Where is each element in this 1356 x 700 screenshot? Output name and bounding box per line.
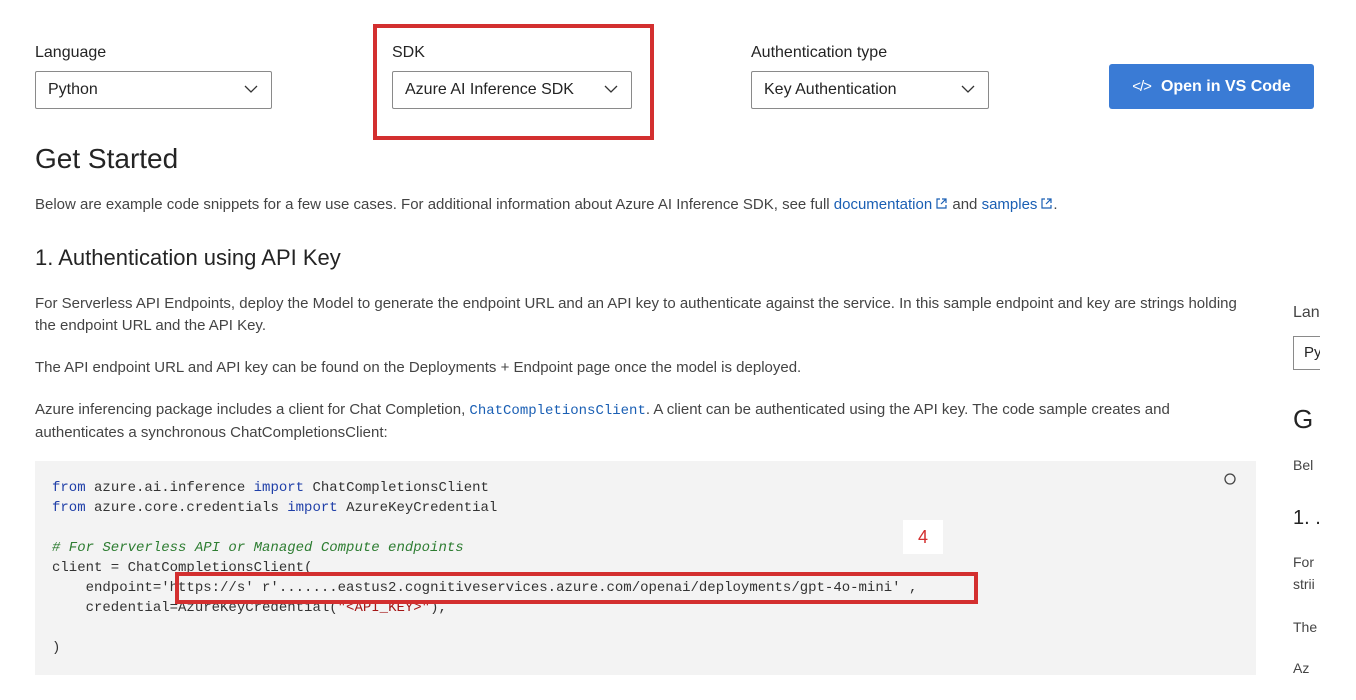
intro-prefix: Below are example code snippets for a fe… — [35, 196, 830, 213]
intro-suffix: . — [1053, 196, 1058, 213]
right-para2: The — [1293, 619, 1318, 635]
open-in-vscode-label: Open in VS Code — [1160, 77, 1291, 95]
external-link-icon — [1041, 198, 1053, 209]
page: Language Python SDK Azure AI Inference S… — [0, 0, 1356, 700]
intro-text: Below are example code snippets for a fe… — [35, 196, 1058, 213]
documentation-link-label: documentation — [833, 196, 933, 213]
language-select-value: Python — [48, 81, 98, 98]
right-heading: G — [1293, 404, 1314, 434]
right-intro: Bel — [1293, 457, 1314, 473]
right-clipped-panel: Lan Py G Bel 1. . For strii The Az — [1290, 300, 1320, 700]
chat-completions-client-code: ChatCompletionsClient — [469, 403, 646, 419]
right-language-value: Py — [1304, 344, 1320, 361]
samples-link[interactable]: samples — [982, 196, 1054, 213]
documentation-link[interactable]: documentation — [834, 196, 948, 213]
right-language-select[interactable]: Py — [1293, 336, 1320, 370]
chevron-down-icon — [961, 85, 975, 93]
paragraph-serverless: For Serverless API Endpoints, deploy the… — [35, 295, 1237, 334]
chevron-down-icon — [604, 85, 618, 93]
paragraph-endpoint-location: The API endpoint URL and API key can be … — [35, 359, 802, 376]
auth-type-select-value: Key Authentication — [764, 81, 897, 98]
right-para3: Az — [1293, 660, 1310, 676]
open-in-vscode-button[interactable]: </> Open in VS Code — [1109, 64, 1314, 109]
annotation-number: 4 — [903, 520, 943, 554]
intro-and: and — [952, 196, 978, 213]
auth-type-select[interactable]: Key Authentication — [751, 71, 989, 109]
samples-link-label: samples — [981, 196, 1038, 213]
page-title: Get Started — [35, 143, 179, 174]
code-icon: </> — [1132, 78, 1152, 95]
auth-type-label: Authentication type — [751, 44, 888, 61]
right-section: 1. . — [1293, 507, 1320, 529]
paragraph-client: Azure inferencing package includes a cli… — [35, 399, 1260, 444]
right-language-label: Lan — [1293, 304, 1320, 321]
para3-prefix: Azure inferencing package includes a cli… — [35, 401, 466, 418]
sdk-select-value: Azure AI Inference SDK — [405, 81, 574, 98]
copy-icon[interactable] — [1222, 471, 1238, 487]
language-select[interactable]: Python — [35, 71, 272, 109]
right-para1: For — [1293, 554, 1314, 570]
endpoint-url-highlight-box — [175, 572, 978, 604]
external-link-icon — [936, 198, 947, 209]
section-title: 1. Authentication using API Key — [35, 245, 341, 270]
right-para1b: strii — [1293, 576, 1315, 592]
sdk-label: SDK — [392, 44, 425, 61]
code-text: from azure.ai.inference import ChatCompl… — [52, 480, 918, 656]
sdk-select[interactable]: Azure AI Inference SDK — [392, 71, 632, 109]
chevron-down-icon — [244, 85, 258, 93]
code-block: from azure.ai.inference import ChatCompl… — [35, 461, 1256, 675]
language-label: Language — [35, 44, 107, 61]
